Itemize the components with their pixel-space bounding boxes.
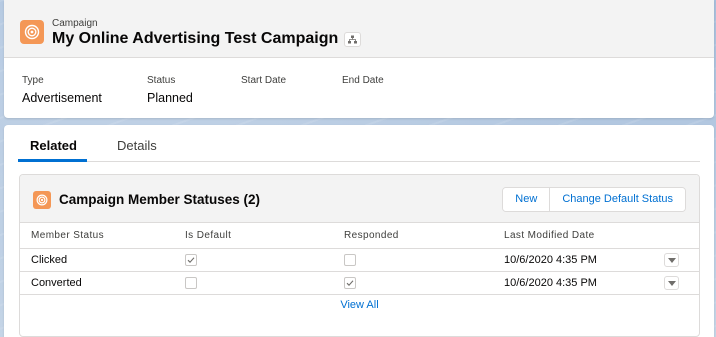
field-value: Planned [147, 91, 193, 105]
record-type-label: Campaign [52, 18, 98, 29]
tab-related[interactable]: Related [30, 138, 77, 153]
record-title-row: My Online Advertising Test Campaign [52, 30, 362, 48]
field-label: Start Date [241, 75, 287, 86]
field-label: Status [147, 75, 176, 86]
related-list-actions: New Change Default Status [502, 187, 686, 212]
row-actions-button[interactable] [664, 252, 679, 267]
page-title: My Online Advertising Test Campaign [52, 30, 339, 47]
column-header-member-status: Member Status [20, 223, 174, 249]
related-list-card: Campaign Member Statuses (2) New Change … [19, 174, 700, 337]
field-status: Status Planned [147, 75, 193, 105]
view-all-link[interactable]: View All [20, 299, 699, 311]
field-end-date: End Date [342, 75, 384, 91]
change-default-status-button[interactable]: Change Default Status [549, 188, 685, 211]
column-header-last-modified: Last Modified Date [493, 223, 653, 249]
last-modified-cell: 10/6/2020 4:35 PM [493, 271, 653, 295]
checked-checkbox-icon [185, 253, 197, 266]
hierarchy-icon [348, 35, 358, 43]
table-header-row: Member Status Is Default Responded Last … [20, 223, 699, 249]
related-list-title[interactable]: Campaign Member Statuses (2) [59, 192, 260, 207]
member-status-cell: Clicked [20, 248, 174, 272]
chevron-down-icon [668, 280, 676, 286]
field-label: End Date [342, 75, 384, 86]
member-status-cell: Converted [20, 271, 174, 295]
field-value: Advertisement [22, 91, 102, 105]
tab-bar: Related Details [18, 125, 700, 162]
table-row: Converted 10/6/2020 4:35 PM [20, 271, 699, 295]
column-header-responded: Responded [333, 223, 493, 249]
responded-cell [333, 248, 493, 272]
row-actions-cell [653, 271, 699, 295]
new-button[interactable]: New [503, 188, 550, 211]
campaign-target-icon [33, 191, 51, 209]
column-header-actions [653, 223, 699, 249]
last-modified-cell: 10/6/2020 4:35 PM [493, 248, 653, 272]
record-header: Campaign My Online Advertising Test Camp… [4, 0, 714, 118]
member-status-table: Member Status Is Default Responded Last … [20, 223, 699, 295]
main-panel: Related Details Campaign Member Statuses… [4, 125, 714, 337]
table-row: Clicked 10/6/2020 4:35 PM [20, 248, 699, 272]
row-actions-button[interactable] [664, 275, 679, 290]
checked-checkbox-icon [344, 276, 356, 289]
responded-cell [333, 271, 493, 295]
campaign-target-icon [20, 20, 44, 44]
column-header-is-default: Is Default [174, 223, 333, 249]
tab-details[interactable]: Details [117, 138, 157, 153]
is-default-cell [174, 248, 333, 272]
chevron-down-icon [668, 257, 676, 263]
unchecked-checkbox-icon [185, 276, 197, 289]
related-list-header: Campaign Member Statuses (2) New Change … [20, 175, 699, 223]
title-band: Campaign My Online Advertising Test Camp… [4, 0, 714, 58]
active-tab-indicator [18, 159, 87, 162]
hierarchy-button[interactable] [344, 31, 362, 47]
field-type: Type Advertisement [22, 75, 102, 105]
field-start-date: Start Date [241, 75, 286, 91]
is-default-cell [174, 271, 333, 295]
field-label: Type [22, 75, 44, 86]
unchecked-checkbox-icon [344, 253, 356, 266]
row-actions-cell [653, 248, 699, 272]
